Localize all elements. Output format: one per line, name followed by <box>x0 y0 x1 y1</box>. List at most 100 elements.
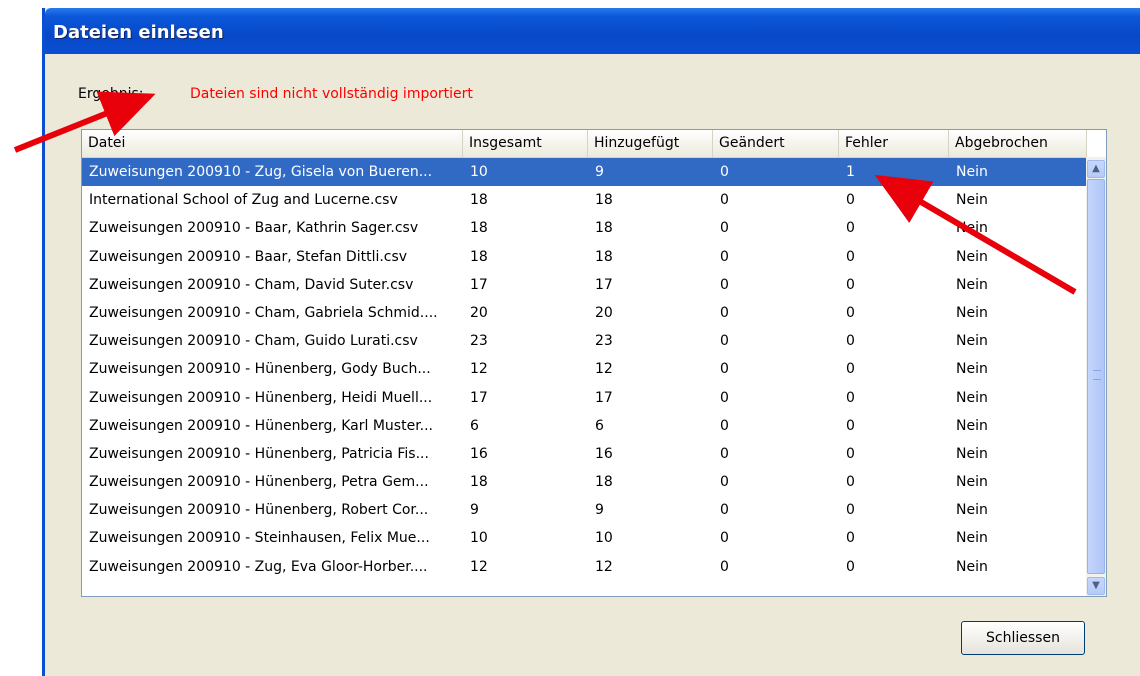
cell-abgebrochen: Nein <box>956 248 988 265</box>
table-row[interactable]: Zuweisungen 200910 - Hünenberg, Karl Mus… <box>82 412 1086 440</box>
table-row[interactable]: Zuweisungen 200910 - Baar, Kathrin Sager… <box>82 214 1086 242</box>
cell-fehler: 0 <box>846 248 855 265</box>
chevron-down-icon[interactable]: ▼ <box>1087 577 1105 595</box>
cell-fehler: 0 <box>846 558 855 575</box>
table-body: Zuweisungen 200910 - Zug, Gisela von Bue… <box>82 158 1086 581</box>
cell-geaendert: 0 <box>720 248 729 265</box>
cell-geaendert: 0 <box>720 333 729 350</box>
vertical-scrollbar[interactable]: ▲ ▼ <box>1086 157 1106 596</box>
table-row[interactable]: Zuweisungen 200910 - Hünenberg, Robert C… <box>82 496 1086 524</box>
table-row[interactable]: Zuweisungen 200910 - Cham, Gabriela Schm… <box>82 299 1086 327</box>
result-label: Ergebnis: <box>78 86 144 102</box>
cell-insgesamt: 16 <box>470 445 488 462</box>
cell-hinzugefuegt: 18 <box>595 220 613 237</box>
cell-abgebrochen: Nein <box>956 558 988 575</box>
cell-datei: Zuweisungen 200910 - Steinhausen, Felix … <box>89 530 430 547</box>
cell-geaendert: 0 <box>720 530 729 547</box>
cell-hinzugefuegt: 10 <box>595 530 613 547</box>
cell-fehler: 0 <box>846 389 855 406</box>
cell-datei: Zuweisungen 200910 - Hünenberg, Gody Buc… <box>89 361 431 378</box>
cell-insgesamt: 18 <box>470 220 488 237</box>
column-header-geaendert[interactable]: Geändert <box>713 130 839 157</box>
cell-fehler: 0 <box>846 502 855 519</box>
cell-insgesamt: 9 <box>470 502 479 519</box>
cell-hinzugefuegt: 20 <box>595 304 613 321</box>
cell-geaendert: 0 <box>720 304 729 321</box>
cell-abgebrochen: Nein <box>956 502 988 519</box>
cell-hinzugefuegt: 9 <box>595 164 604 180</box>
cell-fehler: 0 <box>846 192 855 209</box>
cell-hinzugefuegt: 12 <box>595 558 613 575</box>
cell-hinzugefuegt: 12 <box>595 361 613 378</box>
cell-abgebrochen: Nein <box>956 474 988 491</box>
cell-insgesamt: 17 <box>470 276 488 293</box>
cell-abgebrochen: Nein <box>956 164 988 180</box>
cell-insgesamt: 10 <box>470 164 488 180</box>
cell-datei: Zuweisungen 200910 - Cham, Gabriela Schm… <box>89 304 438 321</box>
column-header-abgebrochen[interactable]: Abgebrochen <box>949 130 1087 157</box>
cell-geaendert: 0 <box>720 445 729 462</box>
cell-geaendert: 0 <box>720 474 729 491</box>
table-row[interactable]: Zuweisungen 200910 - Zug, Gisela von Bue… <box>82 158 1086 187</box>
close-button[interactable]: Schliessen <box>961 621 1085 655</box>
cell-abgebrochen: Nein <box>956 333 988 350</box>
cell-insgesamt: 12 <box>470 361 488 378</box>
column-header-insgesamt[interactable]: Insgesamt <box>463 130 588 157</box>
table-row[interactable]: Zuweisungen 200910 - Hünenberg, Petra Ge… <box>82 468 1086 496</box>
cell-datei: Zuweisungen 200910 - Baar, Stefan Dittli… <box>89 248 408 265</box>
cell-hinzugefuegt: 18 <box>595 192 613 209</box>
cell-abgebrochen: Nein <box>956 445 988 462</box>
cell-datei: International School of Zug and Lucerne.… <box>89 192 398 209</box>
cell-fehler: 0 <box>846 445 855 462</box>
cell-geaendert: 0 <box>720 276 729 293</box>
table-row[interactable]: International School of Zug and Lucerne.… <box>82 186 1086 214</box>
cell-geaendert: 0 <box>720 502 729 519</box>
table-row[interactable]: Zuweisungen 200910 - Hünenberg, Patricia… <box>82 440 1086 468</box>
cell-geaendert: 0 <box>720 164 729 180</box>
grip-icon <box>1093 370 1101 380</box>
cell-geaendert: 0 <box>720 558 729 575</box>
table-row[interactable]: Zuweisungen 200910 - Cham, Guido Lurati.… <box>82 327 1086 355</box>
table-row[interactable]: Zuweisungen 200910 - Zug, Eva Gloor-Horb… <box>82 553 1086 581</box>
column-header-hinzugefuegt[interactable]: Hinzugefügt <box>588 130 713 157</box>
cell-datei: Zuweisungen 200910 - Cham, Guido Lurati.… <box>89 333 418 350</box>
column-header-fehler[interactable]: Fehler <box>839 130 949 157</box>
table-row[interactable]: Zuweisungen 200910 - Hünenberg, Gody Buc… <box>82 355 1086 383</box>
cell-fehler: 0 <box>846 304 855 321</box>
cell-hinzugefuegt: 16 <box>595 445 613 462</box>
cell-fehler: 0 <box>846 361 855 378</box>
table-row[interactable]: Zuweisungen 200910 - Baar, Stefan Dittli… <box>82 243 1086 271</box>
cell-geaendert: 0 <box>720 220 729 237</box>
table-row[interactable]: Zuweisungen 200910 - Hünenberg, Heidi Mu… <box>82 384 1086 412</box>
cell-datei: Zuweisungen 200910 - Zug, Gisela von Bue… <box>89 164 433 180</box>
title-bar: Dateien einlesen <box>45 8 1140 54</box>
cell-hinzugefuegt: 6 <box>595 417 604 434</box>
chevron-up-icon[interactable]: ▲ <box>1087 160 1105 178</box>
cell-insgesamt: 18 <box>470 248 488 265</box>
cell-abgebrochen: Nein <box>956 220 988 237</box>
cell-abgebrochen: Nein <box>956 530 988 547</box>
scrollbar-thumb[interactable] <box>1087 179 1105 574</box>
cell-datei: Zuweisungen 200910 - Hünenberg, Karl Mus… <box>89 417 434 434</box>
cell-hinzugefuegt: 18 <box>595 248 613 265</box>
column-header-datei[interactable]: Datei <box>82 130 463 157</box>
cell-insgesamt: 12 <box>470 558 488 575</box>
cell-hinzugefuegt: 18 <box>595 474 613 491</box>
cell-fehler: 0 <box>846 530 855 547</box>
cell-hinzugefuegt: 17 <box>595 389 613 406</box>
cell-insgesamt: 6 <box>470 417 479 434</box>
table-row[interactable]: Zuweisungen 200910 - Cham, David Suter.c… <box>82 271 1086 299</box>
cell-datei: Zuweisungen 200910 - Cham, David Suter.c… <box>89 276 414 293</box>
cell-datei: Zuweisungen 200910 - Zug, Eva Gloor-Horb… <box>89 558 428 575</box>
cell-insgesamt: 18 <box>470 192 488 209</box>
result-status: Dateien sind nicht vollständig importier… <box>190 86 473 102</box>
import-results-table[interactable]: Datei Insgesamt Hinzugefügt Geändert Feh… <box>81 129 1107 597</box>
cell-insgesamt: 17 <box>470 389 488 406</box>
cell-datei: Zuweisungen 200910 - Hünenberg, Petra Ge… <box>89 474 429 491</box>
cell-insgesamt: 23 <box>470 333 488 350</box>
table-row[interactable]: Zuweisungen 200910 - Steinhausen, Felix … <box>82 524 1086 552</box>
table-header: Datei Insgesamt Hinzugefügt Geändert Feh… <box>82 130 1087 159</box>
cell-fehler: 0 <box>846 474 855 491</box>
cell-abgebrochen: Nein <box>956 304 988 321</box>
cell-fehler: 0 <box>846 276 855 293</box>
